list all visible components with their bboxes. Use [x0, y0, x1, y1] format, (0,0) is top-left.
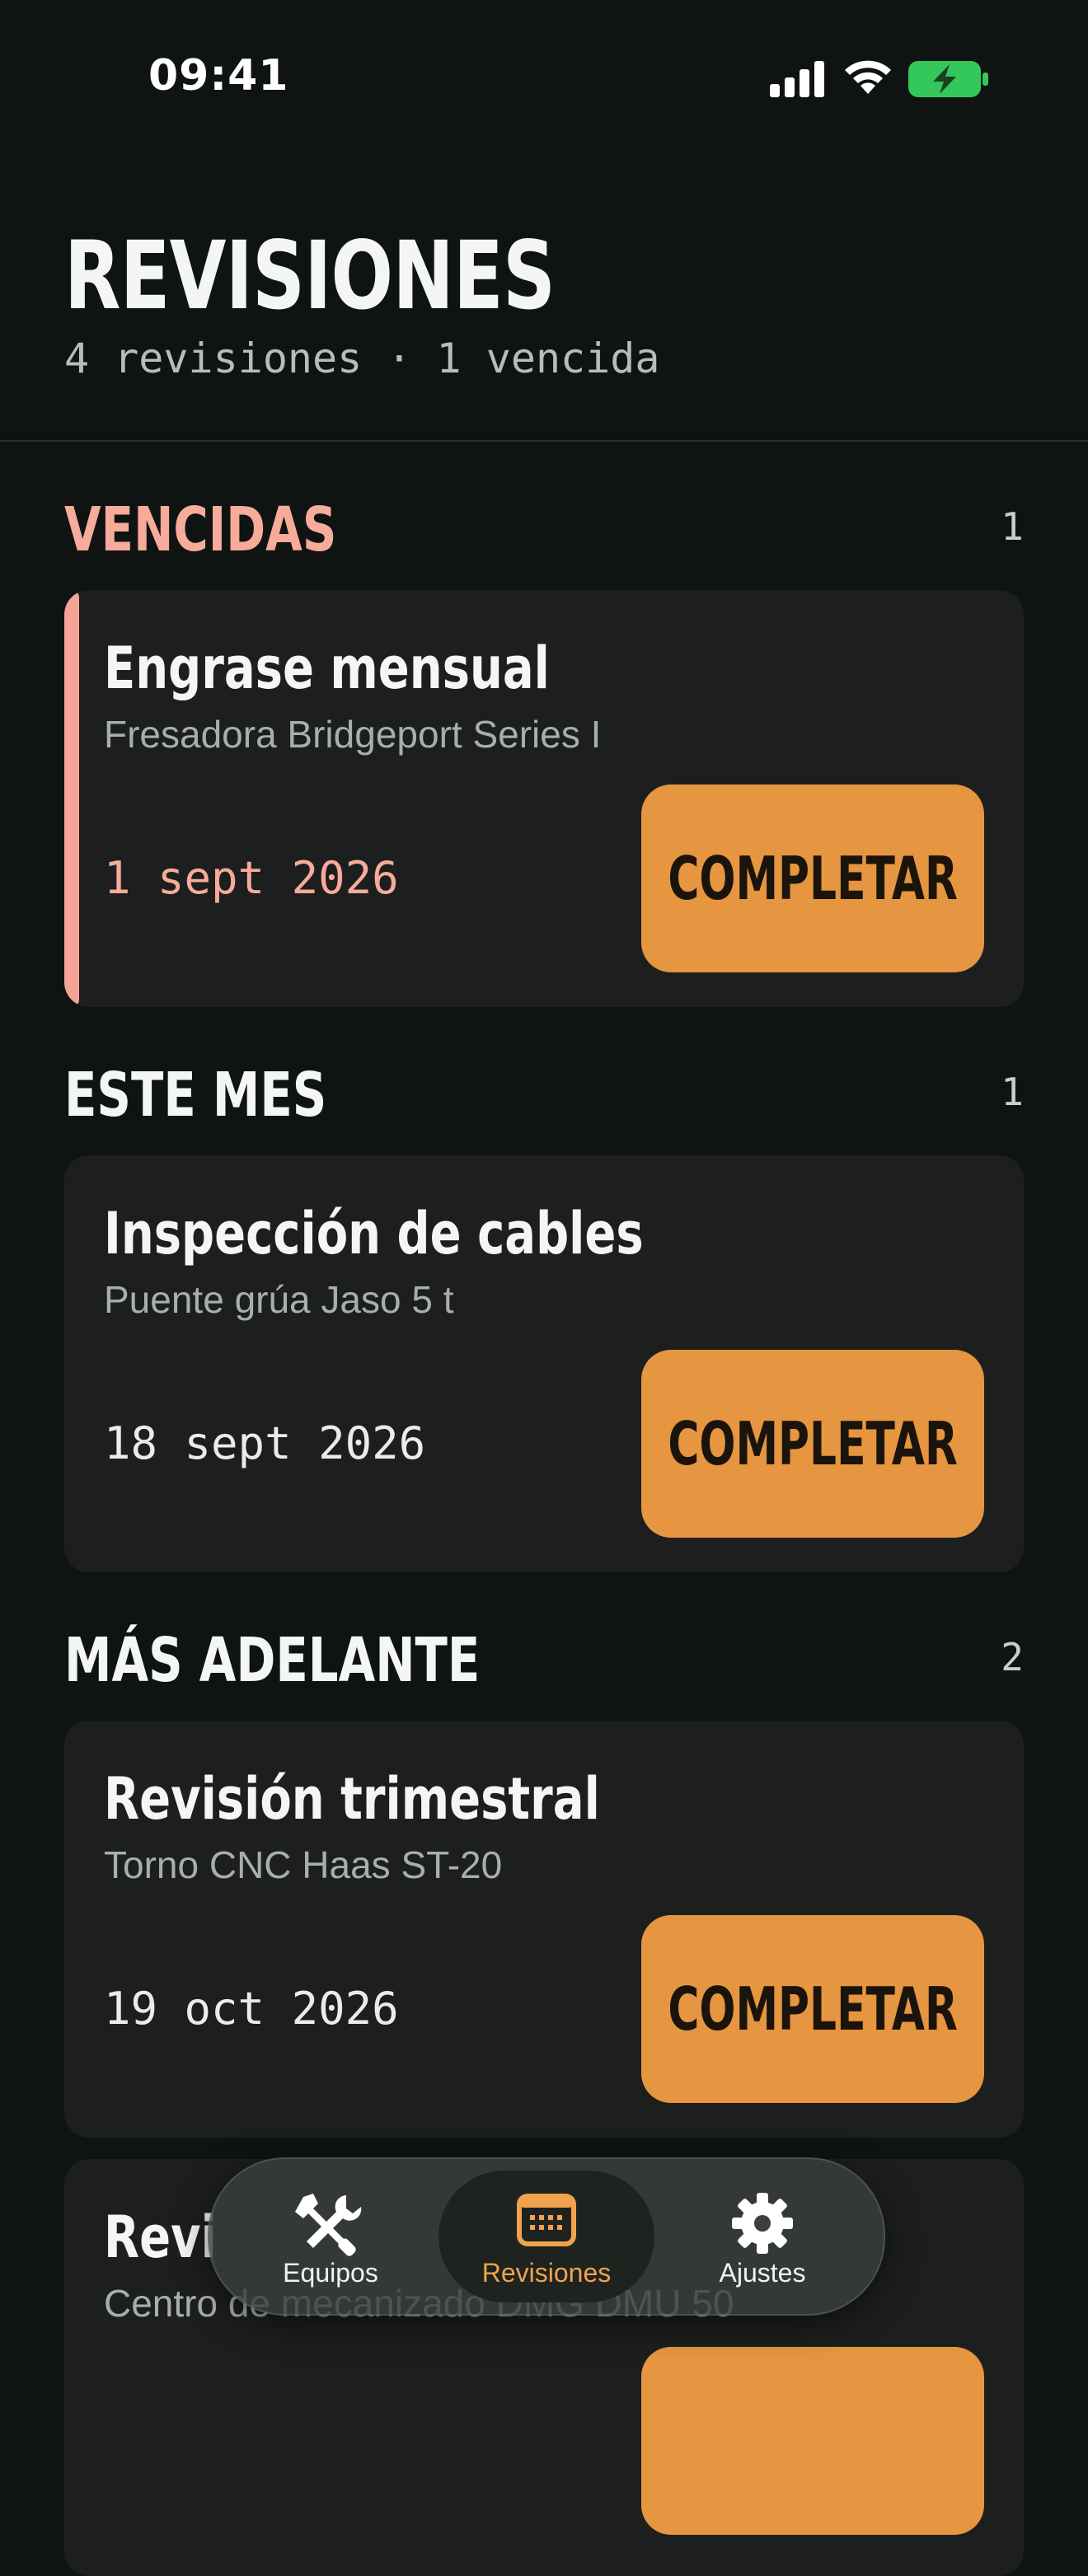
review-title: Inspección de cables — [104, 1200, 644, 1267]
status-bar: 09:41 — [0, 0, 1088, 165]
tab-revisiones[interactable]: Revisiones — [438, 2171, 654, 2302]
review-due-date: 18 sept 2026 — [104, 1417, 426, 1469]
review-equipment: Fresadora Bridgeport Series I — [104, 713, 602, 756]
complete-button[interactable]: COMPLETAR — [641, 1915, 984, 2103]
section-title: MÁS ADELANTE — [64, 1625, 481, 1696]
page-title: REVISIONES — [64, 221, 556, 330]
battery-charging-icon — [908, 61, 988, 97]
page-subtitle: 4 revisiones · 1 vencida — [64, 335, 660, 382]
section-header-later: MÁS ADELANTE 2 — [64, 1623, 1024, 1698]
complete-button[interactable]: COMPLETAR — [641, 785, 984, 972]
tab-ajustes[interactable]: Ajustes — [654, 2171, 870, 2302]
tools-icon — [295, 2194, 362, 2256]
complete-button[interactable] — [641, 2347, 984, 2535]
section-header-this-month: ESTE MES 1 — [64, 1058, 1024, 1132]
review-due-date: 19 oct 2026 — [104, 1983, 399, 2035]
review-equipment: Puente grúa Jaso 5 t — [104, 1278, 454, 1321]
review-card[interactable]: Engrase mensual Fresadora Bridgeport Ser… — [64, 590, 1024, 1007]
gear-icon — [732, 2193, 793, 2254]
tab-bar: Equipos Revisiones Ajustes — [208, 2157, 885, 2316]
complete-button[interactable]: COMPLETAR — [641, 1350, 984, 1538]
section-count: 1 — [1001, 1070, 1024, 1114]
section-count: 2 — [1001, 1635, 1024, 1679]
wifi-icon — [845, 60, 891, 94]
section-title: VENCIDAS — [64, 494, 337, 565]
page-header: REVISIONES 4 revisiones · 1 vencida — [64, 221, 1024, 383]
review-equipment: Torno CNC Haas ST-20 — [104, 1843, 503, 1886]
overdue-indicator — [64, 590, 79, 1007]
review-title: Revisión trimestral — [104, 1765, 600, 1833]
review-card[interactable]: Inspección de cables Puente grúa Jaso 5 … — [64, 1155, 1024, 1572]
review-title: Engrase mensual — [104, 635, 550, 702]
header-divider — [0, 440, 1088, 442]
review-title: Revi — [104, 2204, 217, 2271]
complete-button-label: COMPLETAR — [668, 844, 958, 913]
tab-label: Ajustes — [719, 2258, 806, 2288]
tab-label: Revisiones — [481, 2258, 612, 2288]
review-card[interactable]: Revisión trimestral Torno CNC Haas ST-20… — [64, 1721, 1024, 2138]
section-count: 1 — [1001, 504, 1024, 549]
cellular-signal-icon — [770, 61, 824, 97]
status-time: 09:41 — [148, 51, 289, 101]
complete-button-label: COMPLETAR — [668, 1974, 958, 2044]
section-title: ESTE MES — [64, 1060, 327, 1131]
calendar-icon — [517, 2194, 576, 2246]
tab-equipos[interactable]: Equipos — [223, 2171, 438, 2302]
review-due-date: 1 sept 2026 — [104, 852, 399, 904]
complete-button-label: COMPLETAR — [668, 1409, 958, 1478]
section-header-overdue: VENCIDAS 1 — [64, 493, 1024, 567]
tab-label: Equipos — [283, 2258, 378, 2288]
